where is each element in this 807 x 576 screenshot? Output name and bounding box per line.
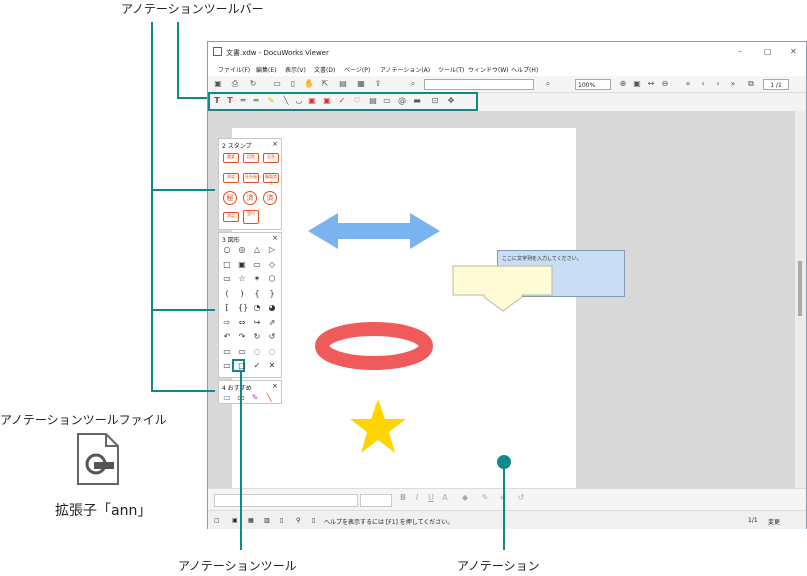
leader-lines — [151, 22, 511, 550]
